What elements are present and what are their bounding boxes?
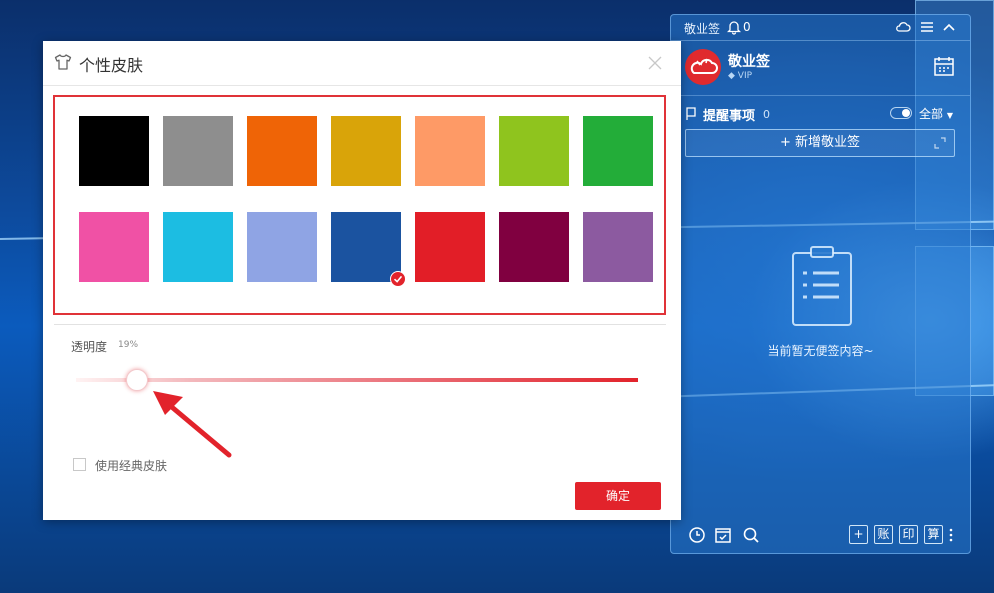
- color-swatch[interactable]: [79, 212, 149, 282]
- flag-icon: [686, 107, 696, 120]
- opacity-value: 19%: [118, 340, 139, 350]
- vip-badge: ◆ VIP: [728, 71, 753, 81]
- app-title-bar: 敬业签 0: [671, 15, 970, 41]
- divider: [671, 95, 970, 96]
- skin-dialog: 个性皮肤 透明度 19% 使用经典皮肤 确定: [43, 41, 681, 520]
- swatch-grid: [53, 95, 666, 315]
- color-swatch[interactable]: [79, 116, 149, 186]
- selected-check-icon: [390, 271, 406, 287]
- clock-icon[interactable]: [688, 526, 706, 544]
- dialog-title: 个性皮肤: [79, 56, 144, 75]
- close-icon[interactable]: [647, 55, 663, 71]
- add-icon[interactable]: +: [849, 525, 868, 544]
- reminder-count: 0: [763, 108, 770, 121]
- ledger-button[interactable]: 账: [874, 525, 893, 544]
- color-swatch[interactable]: [499, 116, 569, 186]
- menu-icon[interactable]: [919, 20, 935, 34]
- calculator-button[interactable]: 算: [924, 525, 943, 544]
- avatar[interactable]: [685, 49, 721, 85]
- color-swatch[interactable]: [163, 212, 233, 282]
- classic-skin-label: 使用经典皮肤: [95, 459, 168, 473]
- vip-label: VIP: [737, 71, 753, 81]
- color-swatch[interactable]: [415, 212, 485, 282]
- add-note-button[interactable]: + 新增敬业签: [685, 129, 955, 157]
- print-button[interactable]: 印: [899, 525, 918, 544]
- color-swatch[interactable]: [415, 116, 485, 186]
- collapse-icon[interactable]: [941, 20, 957, 34]
- empty-clipboard-icon: [792, 246, 852, 326]
- color-swatch[interactable]: [247, 116, 317, 186]
- reminder-label[interactable]: 提醒事项: [703, 105, 755, 124]
- cloud-logo-icon: [690, 58, 718, 74]
- app-name: 敬业签: [684, 22, 721, 36]
- color-swatch[interactable]: [499, 212, 569, 282]
- bell-count: 0: [743, 20, 751, 34]
- color-swatch[interactable]: [247, 212, 317, 282]
- color-swatch[interactable]: [331, 212, 406, 287]
- shirt-icon: [54, 54, 72, 70]
- bell-icon[interactable]: [727, 19, 741, 35]
- search-icon[interactable]: [742, 526, 760, 544]
- filter-dropdown[interactable]: 全部 ▼: [919, 105, 953, 122]
- dialog-header: 个性皮肤: [43, 41, 681, 86]
- calendar-icon[interactable]: [933, 55, 955, 77]
- expand-icon[interactable]: [934, 137, 946, 149]
- add-note-label: + 新增敬业签: [779, 135, 861, 150]
- profile-name: 敬业签: [728, 54, 770, 70]
- classic-skin-checkbox[interactable]: [73, 458, 86, 471]
- color-swatch[interactable]: [331, 116, 401, 186]
- opacity-label: 透明度: [71, 340, 108, 354]
- divider: [54, 324, 666, 325]
- color-swatch[interactable]: [583, 212, 653, 282]
- confirm-button[interactable]: 确定: [575, 482, 661, 510]
- more-icon[interactable]: [947, 526, 955, 544]
- empty-state-text: 当前暂无便签内容~: [767, 344, 874, 358]
- app-bottom-bar: + 账 印 算: [671, 520, 970, 550]
- checklist-icon[interactable]: [714, 526, 732, 544]
- color-swatch[interactable]: [583, 116, 653, 186]
- cloud-sync-icon[interactable]: [895, 20, 911, 34]
- annotation-arrow-icon: [153, 391, 232, 458]
- sticky-note-app: 敬业签 0 敬业签 ◆ VIP 提醒事项 0 全部 ▼ + 新增敬业签 当前暂无…: [670, 14, 971, 554]
- filter-label: 全部: [919, 107, 944, 121]
- reminder-toggle[interactable]: [890, 107, 912, 119]
- color-swatch[interactable]: [163, 116, 233, 186]
- chevron-down-icon: ▼: [946, 111, 953, 120]
